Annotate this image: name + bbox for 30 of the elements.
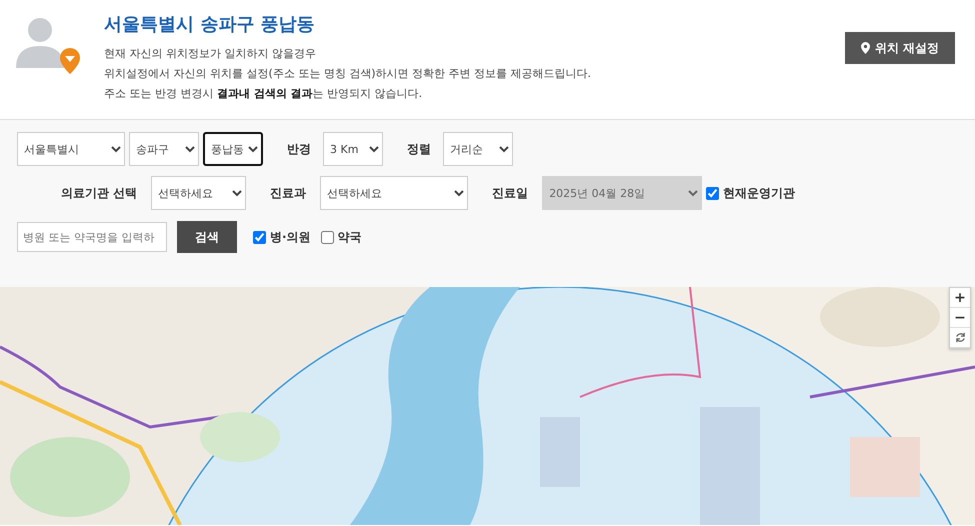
dropdown[interactable]: 선택하세요	[320, 176, 468, 210]
location-reset-button[interactable]: 위치 재설정	[844, 32, 955, 64]
filter-label: 진료과	[270, 184, 306, 202]
dropdown[interactable]: 송파구	[129, 132, 199, 166]
filter-label: 정렬	[407, 140, 431, 158]
refresh-button[interactable]	[950, 328, 970, 348]
checkbox-label[interactable]: 약국	[320, 228, 362, 246]
refresh-icon	[954, 332, 966, 343]
filter-label: 반경	[287, 140, 311, 158]
search-button[interactable]: 검색	[177, 221, 237, 253]
info-text: 주소 또는 반경 변경시 결과내 검색의 결과는 반영되지 않습니다.	[104, 86, 424, 102]
checkbox-label[interactable]: 현재운영기관	[706, 184, 796, 202]
checkbox-label[interactable]: 병·의원	[253, 228, 311, 246]
location-title: 서울특별시 송파구 풍납동	[104, 13, 316, 36]
search-field[interactable]: 병원 또는 약국명을 입력하	[17, 222, 167, 252]
dropdown[interactable]: 선택하세요	[151, 176, 246, 210]
checkbox[interactable]	[706, 186, 720, 200]
info-text: 현재 자신의 위치정보가 일치하지 않을경우	[104, 46, 317, 62]
dropdown[interactable]: 서울특별시	[17, 132, 125, 166]
filter-label: 의료기관 선택	[61, 184, 138, 202]
zoom-out-button[interactable]: −	[950, 308, 970, 328]
pin-icon	[860, 42, 870, 54]
dropdown[interactable]: 3 Km	[323, 132, 383, 166]
info-text: 위치설정에서 자신의 위치를 설정(주소 또는 명칭 검색)하시면 정확한 주변 정보를 제공해드립니다.	[104, 66, 592, 82]
zoom-in-button[interactable]: +	[950, 288, 970, 308]
checkbox[interactable]	[253, 230, 266, 244]
dropdown[interactable]: 풍납동	[203, 132, 263, 166]
checkbox[interactable]	[320, 230, 334, 244]
filter-label: 진료일	[492, 184, 528, 202]
dropdown[interactable]: 거리순	[443, 132, 513, 166]
